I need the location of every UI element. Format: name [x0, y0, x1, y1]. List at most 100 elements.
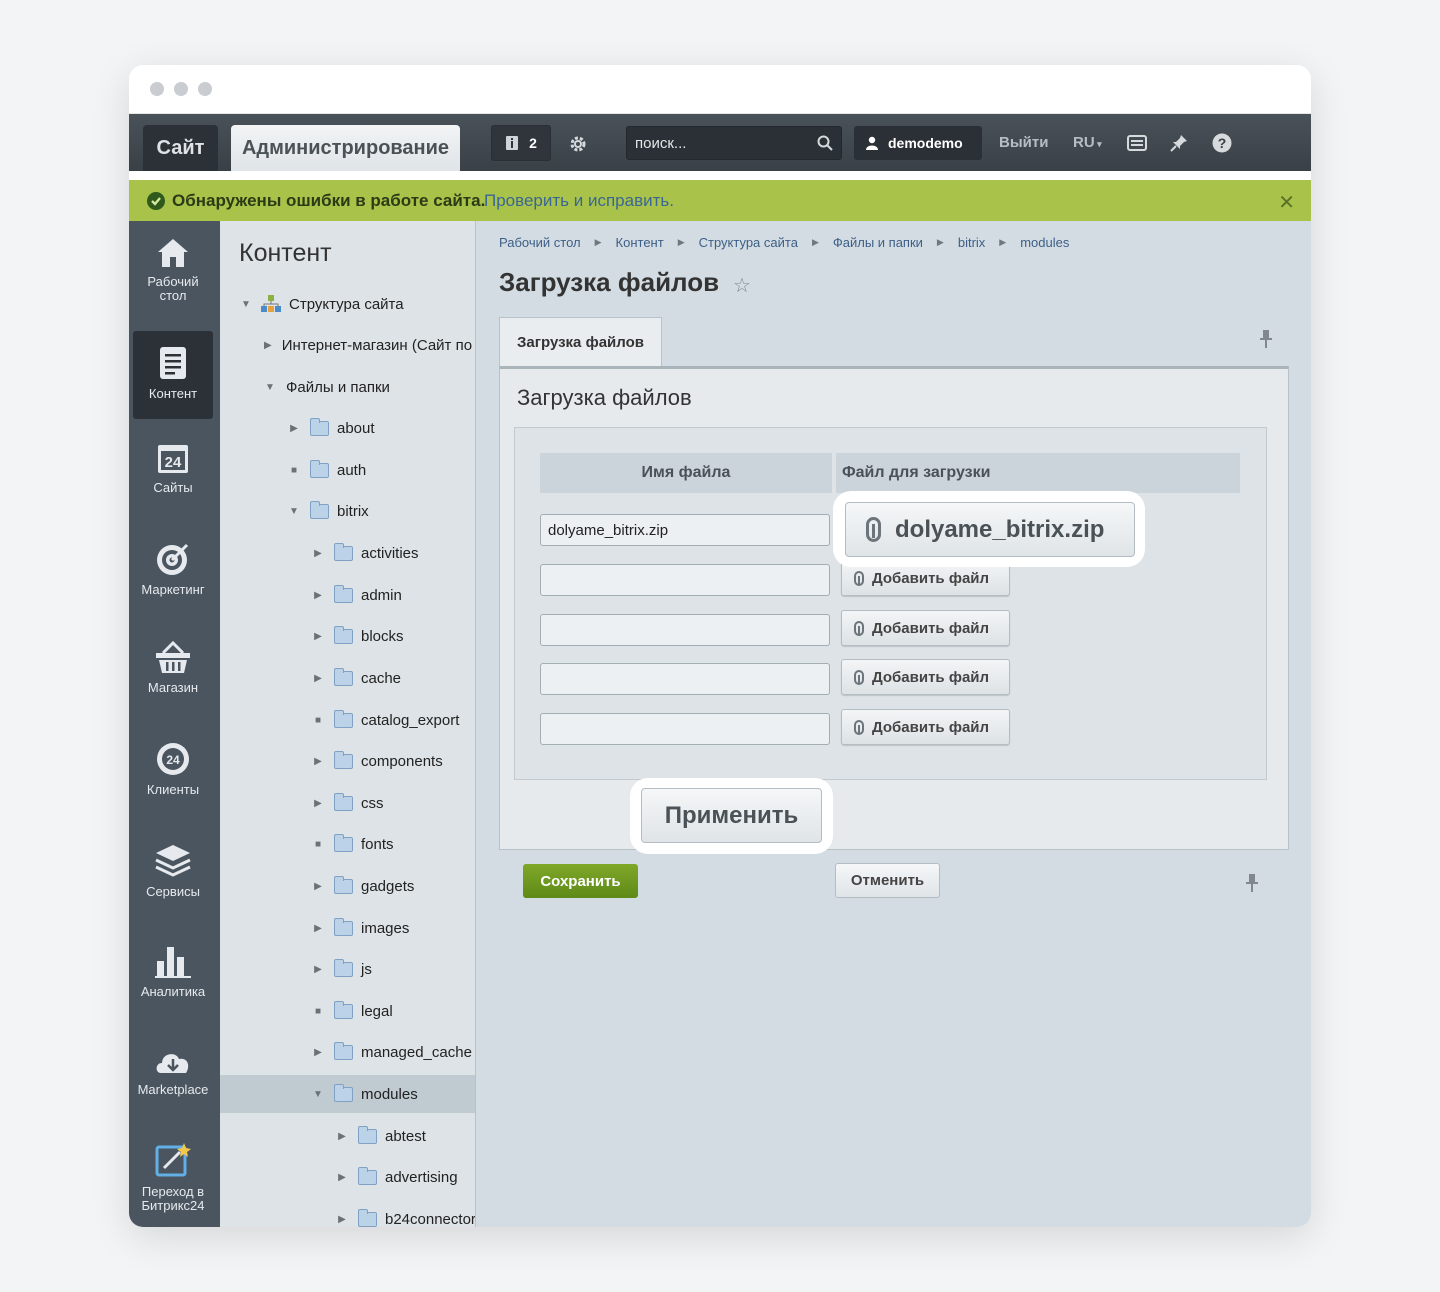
- selected-file-name: dolyame_bitrix.zip: [895, 515, 1105, 543]
- tree-item-eshop[interactable]: ▶ Интернет-магазин (Сайт по умолчанию): [220, 326, 475, 364]
- chevron-right-icon[interactable]: ▶: [336, 1214, 348, 1225]
- tree-item-activities[interactable]: ▶ activities: [220, 534, 475, 572]
- sidebar-item-clients[interactable]: 24 Клиенты: [133, 741, 213, 821]
- add-file-button[interactable]: Добавить файл: [841, 659, 1010, 695]
- sidebar-item-desktop[interactable]: Рабочий стол: [133, 237, 213, 317]
- tab-file-upload[interactable]: Загрузка файлов: [499, 317, 662, 367]
- tree-item-bitrix[interactable]: ▼ bitrix: [220, 492, 475, 530]
- sidebar-item-marketplace[interactable]: Marketplace: [133, 1047, 213, 1127]
- tree-item-admin[interactable]: ▶ admin: [220, 576, 475, 614]
- language-selector[interactable]: RU ▾: [1073, 134, 1102, 151]
- breadcrumb-item[interactable]: Файлы и папки: [833, 235, 923, 250]
- breadcrumb-item[interactable]: bitrix: [958, 235, 985, 250]
- sidebar-item-shop[interactable]: Магазин: [133, 641, 213, 721]
- filename-input[interactable]: [540, 514, 830, 546]
- bar-chart-icon: [155, 947, 191, 978]
- star-icon[interactable]: ☆: [733, 273, 751, 298]
- tree-item-files-folders[interactable]: ▼ Файлы и папки: [220, 368, 475, 406]
- sidebar-item-content[interactable]: Контент: [133, 331, 213, 419]
- chevron-down-icon[interactable]: ▼: [288, 506, 300, 517]
- sidebar-item-marketing[interactable]: Маркетинг: [133, 541, 213, 621]
- folder-icon: [334, 542, 353, 561]
- chevron-right-icon[interactable]: ▶: [312, 631, 324, 642]
- pin-icon[interactable]: [1168, 133, 1190, 153]
- help-icon[interactable]: ?: [1211, 132, 1233, 154]
- tree-item-modules[interactable]: ▼ modules: [220, 1075, 475, 1113]
- tree-item-legal[interactable]: ■ legal: [220, 992, 475, 1030]
- chevron-down-icon[interactable]: ▼: [312, 1089, 324, 1100]
- chevron-down-icon: ▾: [1094, 139, 1102, 149]
- chevron-right-icon[interactable]: ▶: [312, 548, 324, 559]
- chevron-down-icon[interactable]: ▼: [240, 299, 252, 310]
- selected-file-button[interactable]: dolyame_bitrix.zip: [845, 502, 1135, 557]
- tree-item-components[interactable]: ▶ components: [220, 742, 475, 780]
- chevron-right-icon[interactable]: ▶: [264, 340, 272, 351]
- tree-item-gadgets[interactable]: ▶ gadgets: [220, 867, 475, 905]
- sidebar-item-bitrix24[interactable]: Переход в Битрикс24: [133, 1141, 213, 1221]
- search-input[interactable]: [627, 127, 841, 159]
- sidebar-item-sites[interactable]: 24 Сайты: [133, 441, 213, 521]
- chevron-right-icon[interactable]: ▶: [336, 1172, 348, 1183]
- breadcrumb-item[interactable]: Рабочий стол: [499, 235, 581, 250]
- chevron-right-icon[interactable]: ▶: [312, 673, 324, 684]
- tree-item-about[interactable]: ▶ about: [220, 409, 475, 447]
- filename-input[interactable]: [540, 564, 830, 596]
- sidebar-item-services[interactable]: Сервисы: [133, 843, 213, 923]
- chevron-right-icon[interactable]: ▶: [336, 1131, 348, 1142]
- close-icon[interactable]: ✕: [1278, 190, 1295, 215]
- sidebar-item-label: Marketplace: [137, 1082, 209, 1097]
- breadcrumb-item[interactable]: modules: [1020, 235, 1069, 250]
- tab-administration[interactable]: Администрирование: [231, 125, 460, 171]
- tab-site[interactable]: Сайт: [143, 125, 218, 171]
- chevron-right-icon[interactable]: ▶: [288, 423, 300, 434]
- tree-item-managed-cache[interactable]: ▶ managed_cache: [220, 1033, 475, 1071]
- tree-item-abtest[interactable]: ▶ abtest: [220, 1117, 475, 1155]
- breadcrumb-item[interactable]: Контент: [616, 235, 664, 250]
- chevron-right-icon[interactable]: ▶: [312, 881, 324, 892]
- logout-link[interactable]: Выйти: [999, 134, 1048, 151]
- pin-icon[interactable]: [1260, 329, 1272, 354]
- tree-item-css[interactable]: ▶ css: [220, 784, 475, 822]
- chevron-down-icon[interactable]: ▼: [264, 382, 276, 393]
- tree-item-auth[interactable]: ■ auth: [220, 451, 475, 489]
- notifications-button[interactable]: 2: [491, 125, 551, 161]
- chevron-right-icon[interactable]: ▶: [312, 590, 324, 601]
- tree-item-js[interactable]: ▶ js: [220, 950, 475, 988]
- chevron-right-icon[interactable]: ▶: [312, 798, 324, 809]
- tree-item-catalog-export[interactable]: ■ catalog_export: [220, 701, 475, 739]
- add-file-button[interactable]: Добавить файл: [841, 709, 1010, 745]
- window-dot: [150, 82, 164, 96]
- keyboard-icon[interactable]: [1126, 133, 1148, 153]
- tree-item-label: managed_cache: [361, 1043, 472, 1061]
- breadcrumb: Рабочий стол ▶ Контент ▶ Структура сайта ▶ …: [499, 235, 1069, 250]
- search-icon[interactable]: [817, 135, 833, 151]
- upload-panel: Загрузка файлов Имя файла Файл для загру…: [499, 366, 1289, 850]
- tree-item-images[interactable]: ▶ images: [220, 909, 475, 947]
- check-and-fix-link[interactable]: Проверить и исправить.: [484, 191, 674, 211]
- tree-item-fonts[interactable]: ■ fonts: [220, 825, 475, 863]
- filename-input[interactable]: [540, 713, 830, 745]
- tree-item-b24connector[interactable]: ▶ b24connector: [220, 1200, 475, 1227]
- breadcrumb-item[interactable]: Структура сайта: [699, 235, 798, 250]
- tree-item-site-structure[interactable]: ▼ Структура сайта: [220, 285, 475, 323]
- pin-icon[interactable]: [1246, 873, 1258, 898]
- chevron-right-icon[interactable]: ▶: [312, 1047, 324, 1058]
- sidebar-item-analytics[interactable]: Аналитика: [133, 943, 213, 1023]
- sidebar-item-label: Контент: [148, 386, 198, 401]
- chevron-right-icon[interactable]: ▶: [312, 756, 324, 767]
- user-menu-button[interactable]: demodemo: [854, 126, 982, 160]
- chevron-right-icon[interactable]: ▶: [312, 964, 324, 975]
- tree-item-advertising[interactable]: ▶ advertising: [220, 1158, 475, 1196]
- filename-input[interactable]: [540, 614, 830, 646]
- chevron-right-icon[interactable]: ▶: [312, 923, 324, 934]
- sidebar-item-label: Сайты: [153, 480, 193, 495]
- cancel-button[interactable]: Отменить: [835, 863, 940, 898]
- settings-gear-icon[interactable]: [566, 132, 590, 156]
- tree-item-blocks[interactable]: ▶ blocks: [220, 617, 475, 655]
- filename-input[interactable]: [540, 663, 830, 695]
- tree-item-cache[interactable]: ▶ cache: [220, 659, 475, 697]
- tree-item-label: gadgets: [361, 877, 415, 895]
- add-file-button[interactable]: Добавить файл: [841, 610, 1010, 646]
- apply-button[interactable]: Применить: [641, 788, 822, 843]
- save-button[interactable]: Сохранить: [523, 864, 638, 898]
